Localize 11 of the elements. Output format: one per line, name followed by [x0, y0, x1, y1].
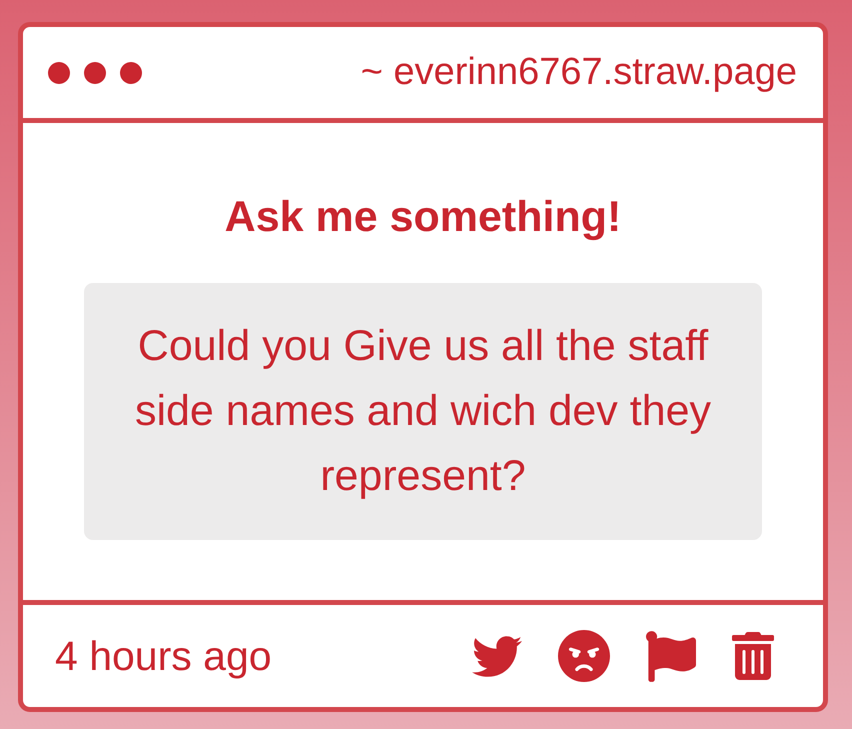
dot-icon — [48, 62, 70, 84]
timestamp-text: 4 hours ago — [55, 632, 272, 680]
dot-icon — [120, 62, 142, 84]
dot-icon — [84, 62, 106, 84]
flag-icon[interactable] — [646, 630, 696, 682]
bird-icon[interactable] — [472, 636, 522, 676]
prompt-title: Ask me something! — [224, 193, 622, 241]
angry-face-icon[interactable] — [558, 630, 610, 682]
question-text: Could you Give us all the staff side names and wich dev they represent? — [134, 321, 712, 502]
url-text: ~ everinn6767.straw.page — [360, 51, 797, 94]
trash-icon[interactable] — [732, 632, 774, 680]
